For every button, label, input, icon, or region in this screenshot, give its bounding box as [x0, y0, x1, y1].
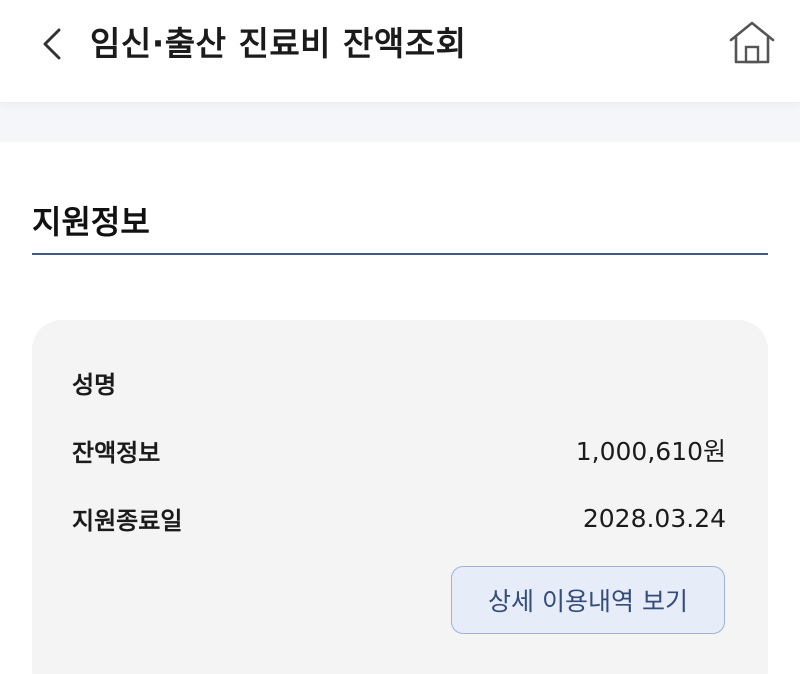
section-title: 지원정보	[32, 203, 150, 241]
section-divider	[32, 253, 768, 255]
info-row-end-date: 지원종료일 2028.03.24	[72, 498, 726, 538]
page-title: 임신·출산 진료비 잔액조회	[90, 24, 467, 63]
app-header: 임신·출산 진료비 잔액조회	[0, 0, 800, 102]
back-button[interactable]	[28, 18, 76, 70]
balance-inquiry-screen: 임신·출산 진료비 잔액조회 지원정보 성명 잔액정보 1,000,610원 지…	[0, 0, 800, 674]
end-date-value: 2028.03.24	[582, 503, 726, 533]
info-row-name: 성명	[72, 362, 726, 402]
chevron-left-icon	[43, 28, 61, 60]
home-button[interactable]	[722, 14, 782, 70]
detail-history-button[interactable]: 상세 이용내역 보기	[451, 566, 725, 634]
header-band	[0, 102, 800, 142]
home-icon	[729, 21, 775, 64]
info-row-balance: 잔액정보 1,000,610원	[72, 430, 726, 470]
balance-label: 잔액정보	[72, 438, 161, 467]
name-label: 성명	[72, 370, 117, 399]
end-date-label: 지원종료일	[72, 506, 183, 535]
balance-value: 1,000,610원	[575, 437, 726, 466]
